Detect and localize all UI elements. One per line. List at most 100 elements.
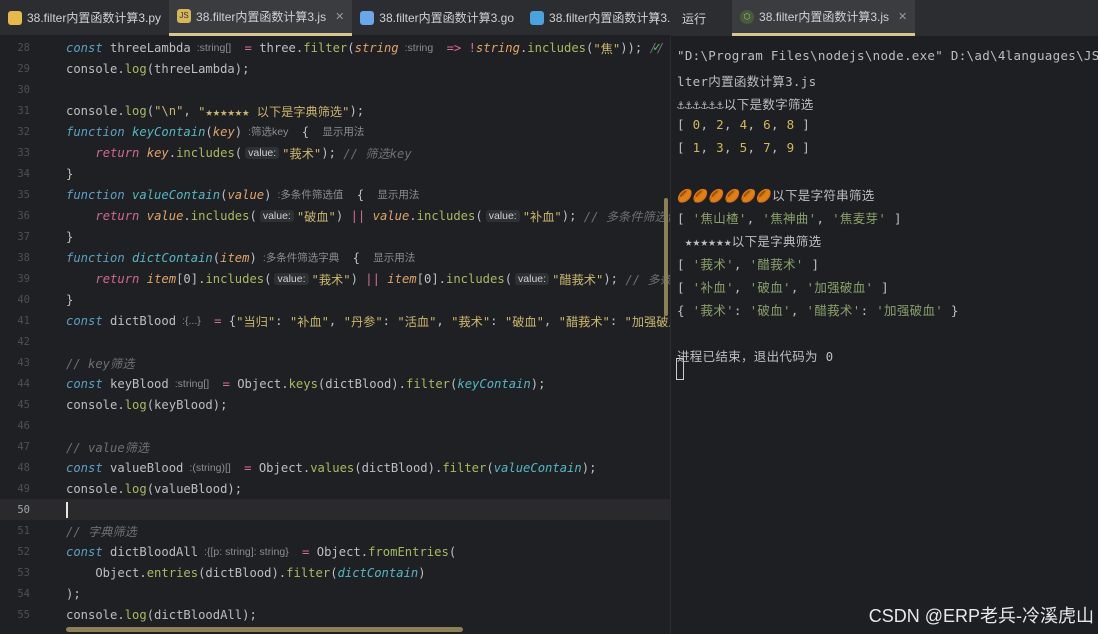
code-line[interactable]: 28 const threeLambda:string[] = three. fil…	[0, 37, 715, 58]
code-token: );	[603, 271, 619, 286]
close-icon[interactable]: ✕	[335, 10, 344, 23]
code-token: )	[418, 565, 426, 580]
code-line[interactable]: 31 console. log("\n", "★★★★★★ 以下是字典筛选");	[0, 100, 670, 121]
run-tab-label: 38.filter内置函数计算3.js	[759, 10, 890, 24]
code-line[interactable]: 43 // key筛选	[0, 352, 670, 373]
console-text: '补血'	[692, 280, 734, 295]
code-token: console.	[66, 607, 125, 622]
code-content: // key筛选	[58, 354, 134, 372]
code-line[interactable]: 42	[0, 331, 670, 352]
code-token: "莪术"	[451, 314, 491, 329]
code-token: {	[228, 313, 237, 328]
console-line: [ '焦山楂', '焦神曲', '焦麦芽' ]	[677, 208, 902, 227]
tab-go[interactable]: 38.filter内置函数计算3.go	[352, 0, 522, 36]
code-token: (keyBlood);	[146, 397, 228, 412]
code-line[interactable]: 51 // 字典筛选	[0, 520, 670, 541]
console-text: ]	[803, 257, 820, 272]
code-token: =	[294, 544, 317, 559]
horizontal-scrollbar[interactable]	[66, 627, 463, 632]
code-token: )	[234, 124, 243, 139]
code-token: .	[183, 208, 191, 223]
code-line[interactable]: 45 console. log (keyBlood);	[0, 394, 670, 415]
code-line[interactable]: 39 return item [0]. includes(value: "莪术") |…	[0, 268, 732, 289]
code-token: (dictBloodAll);	[146, 607, 257, 622]
code-token: function	[66, 250, 125, 265]
code-line[interactable]: 52 const dictBloodAll:{[p: string]: strin…	[0, 541, 670, 562]
code-line[interactable]: 37}	[0, 226, 670, 247]
code-line[interactable]: 35 function valueContain(value):多条件筛选值 { …	[0, 184, 670, 205]
code-line[interactable]: 41 const dictBlood:{...} = {"当归": "补血", "…	[0, 310, 756, 331]
vertical-scrollbar[interactable]	[664, 198, 668, 316]
tab-js-file[interactable]: JS 38.filter内置函数计算3.js ✕	[169, 0, 353, 36]
code-token: =	[215, 376, 238, 391]
code-line[interactable]: 40}	[0, 289, 670, 310]
code-token: )	[350, 271, 358, 286]
run-tab[interactable]: ⬡ 38.filter内置函数计算3.js ✕	[732, 0, 916, 36]
code-content: // 字典筛选	[58, 522, 137, 540]
inlay-hint: 显示用法	[377, 189, 420, 201]
code-line[interactable]: 29 console. log (threeLambda);	[0, 58, 670, 79]
code-token: (	[146, 103, 155, 118]
code-line[interactable]: 50	[0, 499, 670, 520]
code-token: return	[95, 208, 140, 223]
code-token: const	[66, 544, 103, 559]
code-line[interactable]: 34}	[0, 163, 670, 184]
code-token: "当归"	[236, 314, 276, 329]
close-icon[interactable]: ✕	[898, 10, 907, 23]
inlay-hint: :多条件筛选字典	[262, 252, 340, 264]
console-text: '焦神曲'	[762, 211, 817, 226]
code-editor[interactable]: 28 const threeLambda:string[] = three. fil…	[0, 37, 756, 634]
console-text: [	[677, 140, 693, 155]
line-number: 31	[17, 104, 30, 117]
inlay-hint: value:	[245, 146, 280, 159]
code-line[interactable]: 36 return value. includes(value: "破血") || …	[0, 205, 679, 226]
tab-python[interactable]: 38.filter内置函数计算3.py	[0, 0, 169, 36]
code-token: dictContain	[337, 565, 419, 580]
code-token: ||	[343, 208, 373, 223]
code-token: log	[124, 397, 147, 412]
code-line[interactable]: 47 // value筛选	[0, 436, 670, 457]
code-line[interactable]: 38 function dictContain(item):多条件筛选字典 { 显…	[0, 247, 670, 268]
code-content: return value. includes(value: "破血") || val…	[58, 207, 679, 225]
code-line[interactable]: 54);	[0, 583, 670, 604]
console-text: '莪术'	[692, 303, 734, 318]
code-token: "★★★★★★ 以下是字典筛选"	[198, 104, 350, 119]
console-line: { '莪术': '破血', '醋莪术': '加强破血' }	[677, 300, 959, 319]
code-line[interactable]: 49 console. log (valueBlood);	[0, 478, 670, 499]
code-line[interactable]: 55 console. log (dictBloodAll);	[0, 604, 670, 625]
code-token: );	[530, 376, 546, 391]
code-content: );	[58, 587, 81, 601]
inlay-hint: value:	[485, 209, 520, 222]
code-token: )	[264, 187, 272, 202]
more-tabs-icon[interactable]: ⋮	[650, 10, 664, 27]
code-token: (dictBlood).	[198, 565, 287, 580]
line-number: 46	[17, 419, 30, 432]
code-line[interactable]: 53 Object. entries (dictBlood). filter(dict…	[0, 562, 670, 583]
code-line[interactable]: 48 const valueBlood:(string)[] = Object. v…	[0, 457, 670, 478]
code-token: "莪术"	[282, 146, 322, 161]
line-number: 37	[17, 230, 30, 243]
code-token: includes	[527, 40, 586, 55]
console-text: '焦山楂'	[692, 211, 747, 226]
code-line[interactable]: 32 function keyContain(key):筛选key { 显示用法	[0, 121, 670, 142]
inlay-hint: 显示用法	[322, 126, 365, 138]
inlay-hint: :{[p: string]: string}	[204, 545, 289, 558]
code-token: ,	[328, 313, 344, 328]
code-token: keyContain	[124, 124, 206, 139]
code-line[interactable]: 46	[0, 415, 670, 436]
console-text: ,	[723, 117, 740, 132]
code-line[interactable]: 44 const keyBlood:string[] = Object. keys(…	[0, 373, 670, 394]
console-text: ,	[747, 140, 764, 155]
console-text: "D:\Program Files\nodejs\node.exe" D:\ad…	[677, 48, 1098, 63]
console-text: ,	[770, 140, 787, 155]
console-line: [ 0, 2, 4, 6, 8 ]	[677, 117, 810, 132]
run-console[interactable]: "D:\Program Files\nodejs\node.exe" D:\ad…	[670, 37, 1098, 634]
code-line[interactable]: 30	[0, 79, 670, 100]
inlay-hint: :{...}	[182, 314, 201, 327]
code-token: .	[168, 145, 177, 160]
console-text: :	[733, 303, 750, 318]
code-line[interactable]: 33 return key. includes(value: "莪术"); // 筛…	[0, 142, 670, 163]
code-token: (	[330, 565, 338, 580]
code-token: key	[139, 145, 169, 160]
